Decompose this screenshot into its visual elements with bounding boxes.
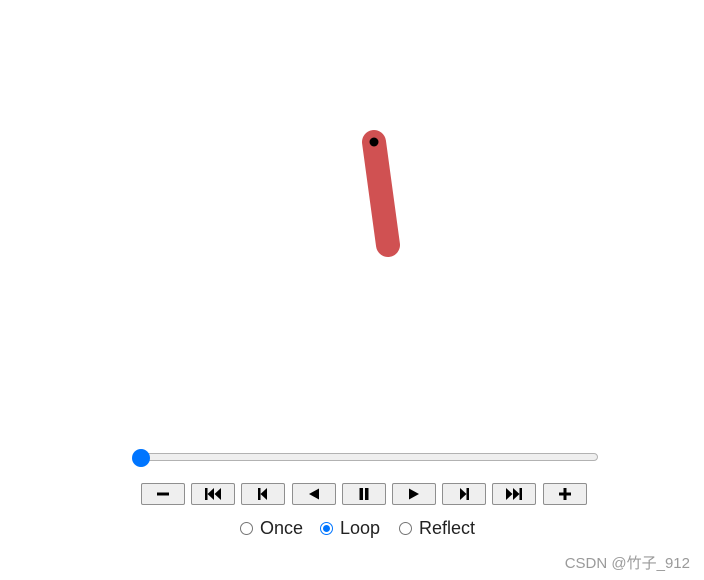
reflect-label: Reflect bbox=[419, 517, 476, 538]
skip-last-icon bbox=[506, 488, 522, 500]
increase-speed-button[interactable] bbox=[543, 483, 587, 505]
watermark: CSDN @竹子_912 bbox=[564, 555, 690, 572]
play-reverse-icon bbox=[309, 488, 319, 500]
step-back-icon bbox=[258, 488, 267, 500]
pendulum-pivot bbox=[369, 137, 379, 147]
next-frame-button[interactable] bbox=[442, 483, 486, 505]
skip-first-icon bbox=[205, 488, 221, 500]
animation-canvas bbox=[362, 130, 400, 257]
slider-track[interactable] bbox=[134, 453, 598, 461]
slider-thumb[interactable] bbox=[132, 449, 150, 467]
pendulum-rod bbox=[362, 130, 400, 257]
frame-slider[interactable] bbox=[132, 449, 598, 467]
mode-reflect[interactable]: Reflect bbox=[399, 516, 475, 540]
reflect-radio[interactable] bbox=[399, 521, 412, 535]
last-frame-button[interactable] bbox=[492, 483, 536, 505]
once-radio[interactable] bbox=[240, 521, 253, 535]
decrease-speed-button[interactable] bbox=[141, 483, 185, 505]
play-reverse-button[interactable] bbox=[292, 483, 336, 505]
pause-button[interactable] bbox=[342, 483, 386, 505]
play-button[interactable] bbox=[392, 483, 436, 505]
loop-label: Loop bbox=[340, 517, 381, 538]
once-label: Once bbox=[260, 517, 304, 538]
play-icon bbox=[409, 488, 419, 500]
minus-icon bbox=[157, 492, 169, 496]
loop-radio[interactable] bbox=[320, 521, 333, 535]
step-forward-icon bbox=[460, 488, 469, 500]
first-frame-button[interactable] bbox=[191, 483, 235, 505]
mode-once[interactable]: Once bbox=[240, 516, 303, 540]
mode-loop[interactable]: Loop bbox=[320, 516, 380, 540]
plus-icon bbox=[559, 488, 571, 500]
pause-icon bbox=[359, 488, 369, 500]
previous-frame-button[interactable] bbox=[241, 483, 285, 505]
